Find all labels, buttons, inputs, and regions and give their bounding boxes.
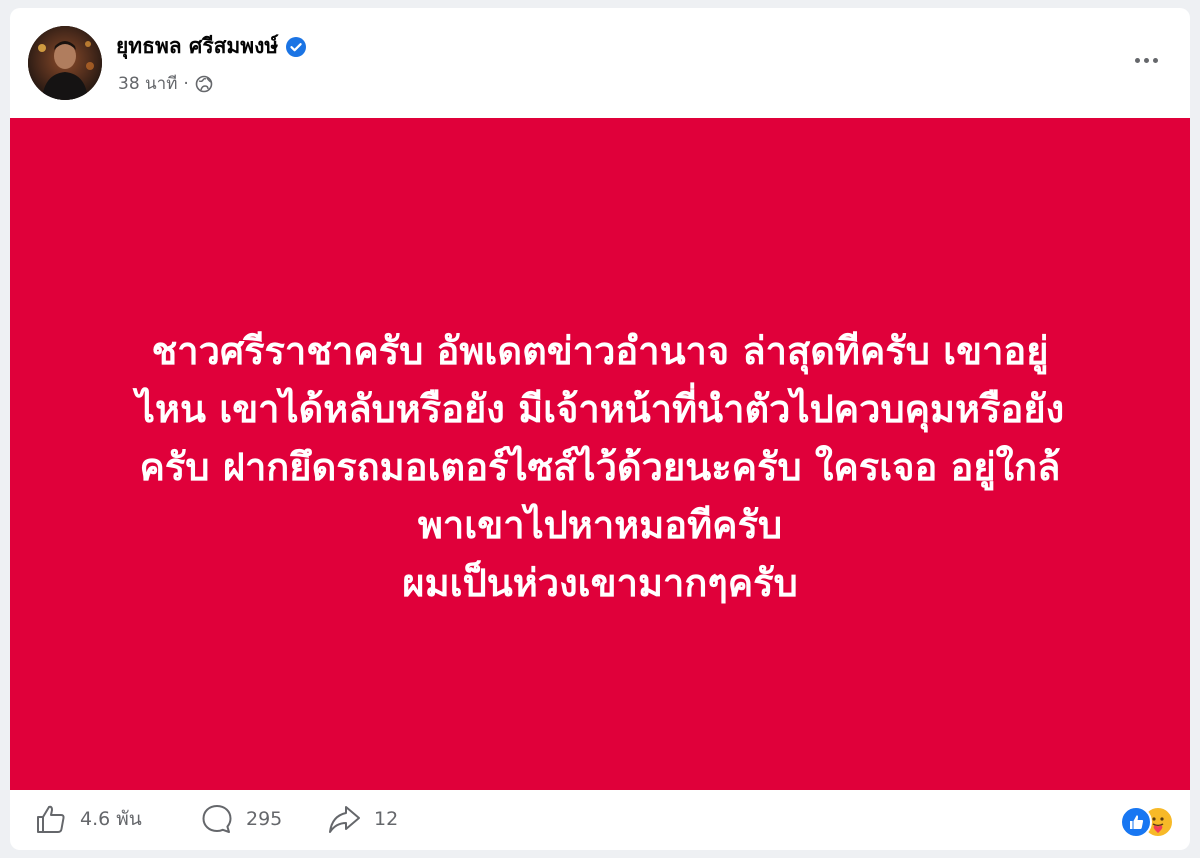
comment-button[interactable]: 295	[200, 802, 282, 836]
post-footer: 4.6 พัน 295 12	[10, 790, 1190, 850]
verified-badge-icon	[286, 36, 307, 57]
post-meta: 38 นาที ·	[118, 70, 213, 97]
meta-separator: ·	[183, 73, 189, 94]
author-avatar[interactable]	[28, 26, 102, 100]
globe-icon[interactable]	[195, 75, 213, 93]
avatar-photo	[28, 26, 102, 100]
post-header: ยุทธพล ศรีสมพงษ์ 38 นาที ·	[10, 8, 1190, 118]
author-name[interactable]: ยุทธพล ศรีสมพงษ์	[116, 30, 278, 63]
image-text-line: ไหน เขาได้หลับหรือยัง มีเจ้าหน้าที่นำตัว…	[135, 387, 1065, 431]
reactions-summary[interactable]	[1120, 806, 1176, 838]
share-arrow-icon	[329, 806, 360, 833]
post-time[interactable]: 38 นาที	[118, 70, 177, 97]
image-text-line: ชาวศรีราชาครับ อัพเดตข่าวอำนาจ ล่าสุดทีค…	[151, 329, 1049, 373]
facebook-post: ยุทธพล ศรีสมพงษ์ 38 นาที · ชาวศรีราชาครั…	[10, 8, 1190, 850]
share-count: 12	[374, 808, 399, 830]
post-image-text: ชาวศรีราชาครับ อัพเดตข่าวอำนาจ ล่าสุดทีค…	[70, 322, 1130, 612]
comment-icon	[202, 805, 232, 833]
like-count: 4.6 พัน	[80, 808, 142, 830]
share-button[interactable]: 12	[326, 802, 398, 836]
image-text-line: ผมเป็นห่วงเขามากๆครับ	[402, 561, 798, 605]
like-reaction-icon	[1120, 806, 1152, 838]
more-options-icon[interactable]	[1126, 48, 1166, 72]
comment-count: 295	[246, 808, 283, 830]
author-name-row: ยุทธพล ศรีสมพงษ์	[116, 30, 307, 63]
thumbs-up-icon	[37, 805, 65, 833]
image-text-line: พาเขาไปหาหมอทีครับ	[417, 503, 783, 547]
like-button[interactable]: 4.6 พัน	[34, 802, 142, 836]
post-image[interactable]: ชาวศรีราชาครับ อัพเดตข่าวอำนาจ ล่าสุดทีค…	[10, 118, 1190, 790]
image-text-line: ครับ ฝากยึดรถมอเตอร์ไซส์ไว้ด้วยนะครับ ใค…	[139, 445, 1061, 489]
